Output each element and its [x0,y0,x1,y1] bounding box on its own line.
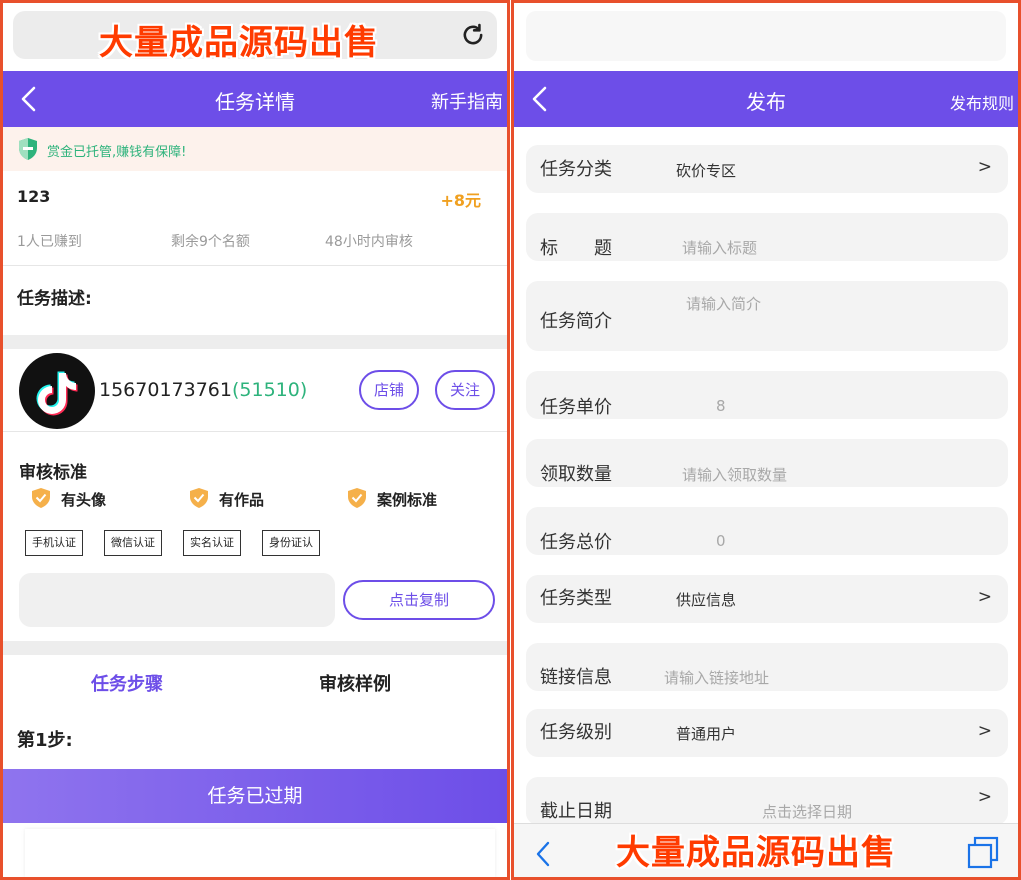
field-task-level[interactable]: 任务级别 普通用户 > [526,709,1008,757]
chevron-right-icon: > [977,587,992,607]
back-icon[interactable] [534,840,552,868]
reload-icon[interactable] [459,21,487,49]
field-claim-quantity[interactable]: 领取数量 请输入领取数量 [526,439,1008,487]
page-title: 发布 [746,90,786,114]
header-bar: 任务详情 新手指南 [3,71,507,127]
shield-check-icon [19,138,37,160]
section-separator [3,335,507,349]
publisher-avatar[interactable] [19,353,95,429]
title-input[interactable]: 请输入标题 [682,237,757,258]
publisher-phone: 15670173761(51510) [99,379,307,401]
divider [3,431,507,432]
shield-badge-icon [32,488,50,508]
field-unit-price[interactable]: 任务单价 8 [526,371,1008,419]
badge-works: 有作品 [190,488,264,510]
tab-audit-samples[interactable]: 审核样例 [319,670,391,696]
header-bar: 发布 发布规则 [514,71,1018,127]
task-reward: +8元 [440,191,481,210]
remaining-quota: 剩余9个名额 [171,234,250,250]
copy-content-box [19,573,335,627]
tiktok-logo-icon [36,371,78,416]
tab-task-steps[interactable]: 任务步骤 [91,670,163,696]
guide-link[interactable]: 新手指南 [431,88,503,114]
tag-phone-verified: 手机认证 [25,530,83,556]
field-total-price[interactable]: 任务总价 0 [526,507,1008,555]
tag-realname-verified: 实名认证 [183,530,241,556]
task-description-label: 任务描述: [17,289,92,309]
watermark-text: 大量成品源码出售 [99,23,379,63]
copy-button[interactable]: 点击复制 [343,580,495,620]
link-input[interactable]: 请输入链接地址 [664,667,769,688]
intro-input[interactable]: 请输入简介 [686,293,761,314]
review-time: 48小时内审核 [325,234,413,250]
quantity-input[interactable]: 请输入领取数量 [682,464,787,485]
task-detail-screen: 大量成品源码出售 任务详情 新手指南 赏金已托管,赚钱有保障! 123 +8元 … [0,0,510,880]
tabs-icon[interactable] [966,836,1000,870]
field-task-category[interactable]: 任务分类 砍价专区 > [526,145,1008,193]
tag-id-verified: 身份证认 [262,530,320,556]
publish-rules-link[interactable]: 发布规则 [950,90,1014,114]
badge-case-standard: 案例标准 [348,488,437,510]
shop-button[interactable]: 店铺 [359,370,419,410]
escrow-text: 赏金已托管,赚钱有保障! [47,145,187,160]
chevron-right-icon: > [977,721,992,741]
audit-standard-title: 审核标准 [19,463,87,483]
shield-badge-icon [190,488,208,508]
section-separator [3,641,507,655]
shield-badge-icon [348,488,366,508]
field-task-intro[interactable]: 任务简介 请输入简介 [526,281,1008,351]
total-price-input[interactable]: 0 [716,532,726,550]
earned-count: 1人已赚到 [17,234,82,250]
date-picker[interactable]: 点击选择日期 [762,801,852,822]
task-name: 123 [17,187,51,206]
task-expired-button[interactable]: 任务已过期 [3,769,507,823]
field-link-info[interactable]: 链接信息 请输入链接地址 [526,643,1008,691]
chevron-right-icon: > [977,157,992,177]
field-deadline[interactable]: 截止日期 点击选择日期 > [526,777,1008,825]
address-bar[interactable] [526,11,1006,61]
divider [3,265,507,266]
publish-screen: 发布 发布规则 任务分类 砍价专区 > 标 题 请输入标题 任务简介 请输入简介… [511,0,1021,880]
watermark-text: 大量成品源码出售 [616,833,896,873]
badge-avatar: 有头像 [32,488,106,510]
unit-price-input[interactable]: 8 [716,397,726,415]
follow-button[interactable]: 关注 [435,370,495,410]
phone-number: 15670173761 [99,379,232,401]
chevron-right-icon: > [977,787,992,807]
tag-wechat-verified: 微信认证 [104,530,162,556]
field-title[interactable]: 标 题 请输入标题 [526,213,1008,261]
escrow-notice: 赏金已托管,赚钱有保障! [3,127,507,171]
bottom-area [25,829,495,877]
field-task-type[interactable]: 任务类型 供应信息 > [526,575,1008,623]
step-label: 第1步: [17,730,73,751]
publisher-code: (51510) [231,379,308,401]
